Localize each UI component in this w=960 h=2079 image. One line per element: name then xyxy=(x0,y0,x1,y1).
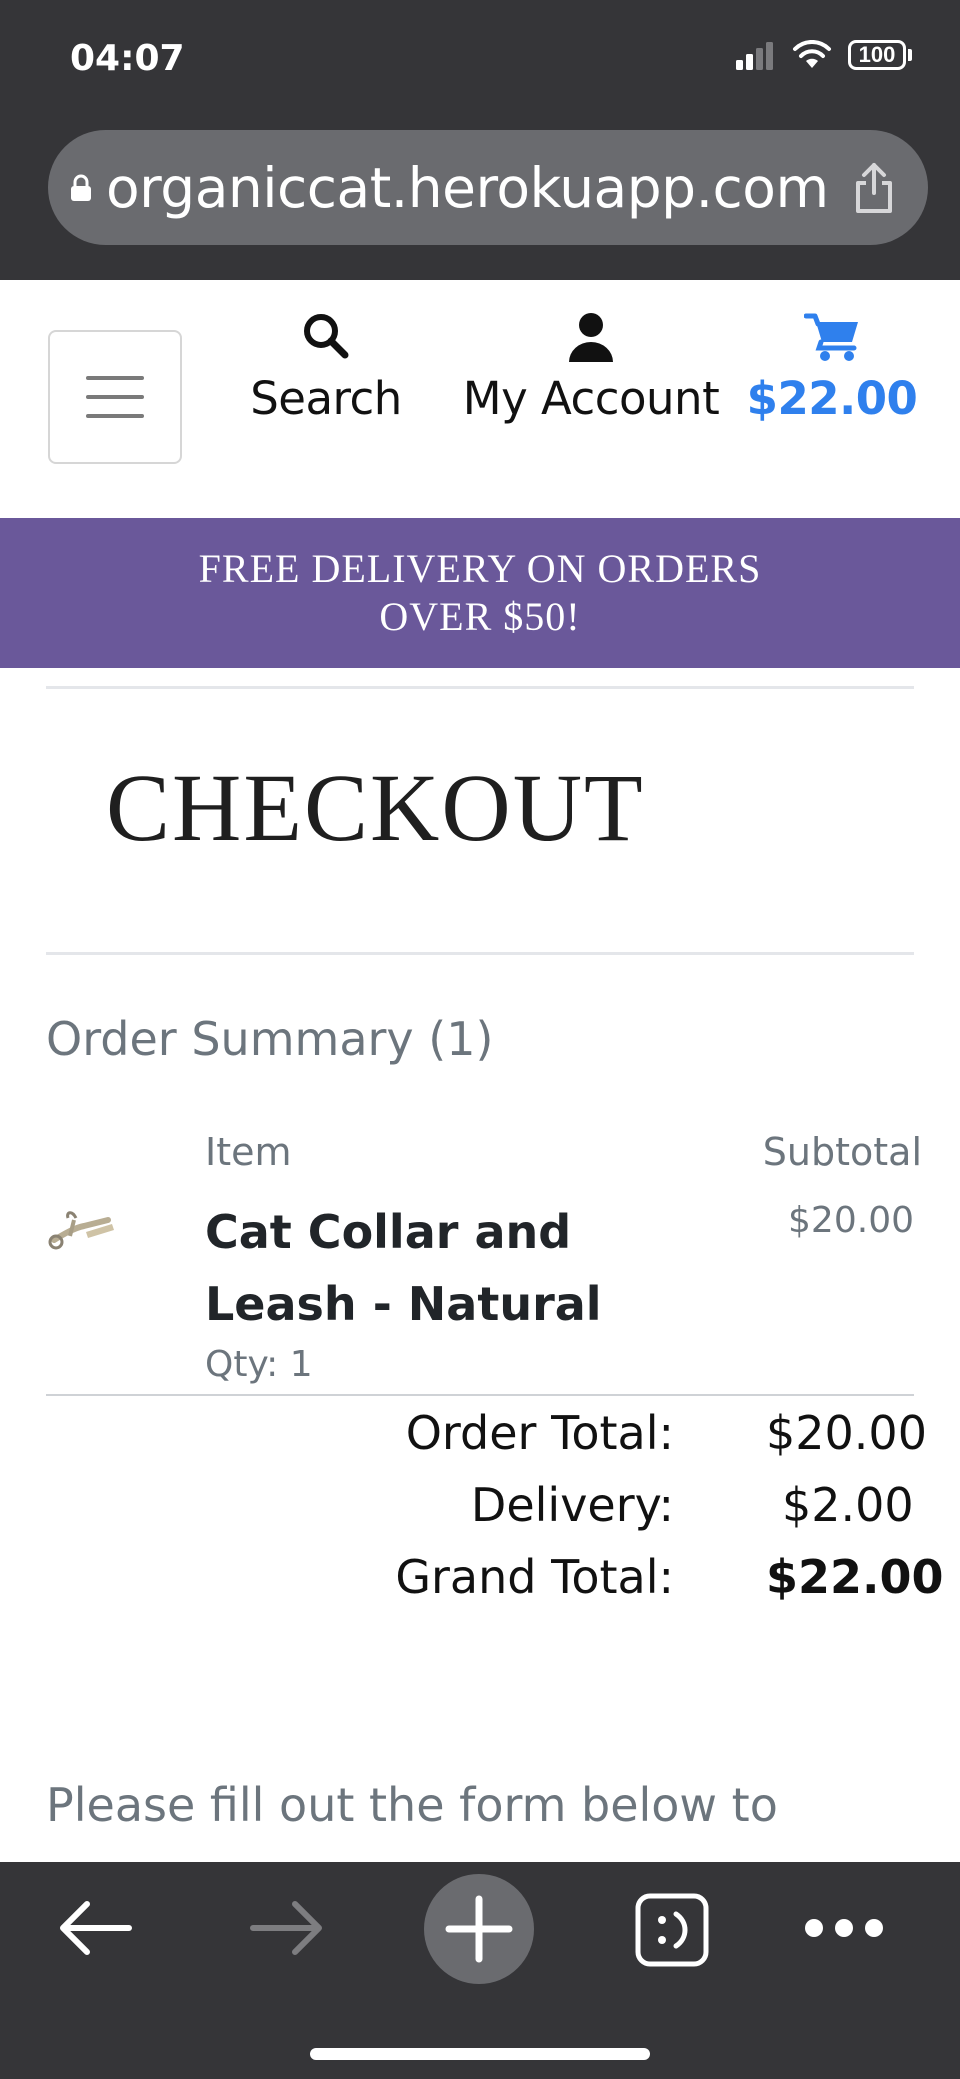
delivery-label: Delivery: xyxy=(470,1478,674,1532)
search-link[interactable]: Search xyxy=(246,310,406,425)
cart-link[interactable]: $22.00 xyxy=(740,310,924,425)
hamburger-icon xyxy=(86,376,144,380)
grand-total-label: Grand Total: xyxy=(395,1550,674,1604)
browser-toolbar xyxy=(0,1862,960,2079)
delivery-value: $2.00 xyxy=(782,1478,914,1532)
site-header: Search My Account $22.00 xyxy=(0,280,960,518)
browser-top-chrome: 04:07 100 organiccat.herokuapp.com xyxy=(0,0,960,280)
grand-total-value: $22.00 xyxy=(766,1550,944,1604)
shopping-cart-icon xyxy=(804,313,858,361)
menu-button[interactable] xyxy=(48,330,182,464)
address-bar[interactable]: organiccat.herokuapp.com xyxy=(48,130,928,245)
order-summary-heading: Order Summary (1) xyxy=(46,1012,494,1066)
divider xyxy=(46,686,914,689)
new-tab-button[interactable] xyxy=(424,1874,534,1984)
battery-tip xyxy=(908,49,912,61)
order-total-value: $20.00 xyxy=(766,1406,927,1460)
forward-button[interactable] xyxy=(242,1888,332,1968)
divider xyxy=(46,1394,914,1396)
more-icon xyxy=(805,1919,883,1937)
tabs-icon xyxy=(635,1893,709,1967)
home-indicator xyxy=(310,2048,650,2060)
item-column-header: Item xyxy=(205,1130,292,1174)
more-button[interactable] xyxy=(796,1888,892,1968)
back-arrow-icon xyxy=(60,1901,132,1955)
item-name: Cat Collar and Leash - Natural xyxy=(205,1205,602,1331)
item-subtotal: $20.00 xyxy=(788,1200,914,1241)
promo-banner: FREE DELIVERY ON ORDERS OVER $50! xyxy=(0,518,960,668)
item-quantity: Qty: 1 xyxy=(205,1344,313,1385)
lock-icon xyxy=(71,174,91,201)
cellular-signal-icon xyxy=(736,42,773,70)
share-icon[interactable] xyxy=(852,161,896,215)
tabs-button[interactable] xyxy=(630,1888,714,1972)
divider xyxy=(46,952,914,955)
status-time: 04:07 xyxy=(70,38,185,79)
my-account-link[interactable]: My Account xyxy=(456,310,726,425)
order-total-label: Order Total: xyxy=(405,1406,674,1460)
forward-arrow-icon xyxy=(250,1901,322,1955)
search-icon xyxy=(304,314,349,359)
back-button[interactable] xyxy=(50,1888,140,1968)
battery-icon: 100 xyxy=(848,40,906,70)
status-icons: 100 xyxy=(736,40,912,70)
my-account-label: My Account xyxy=(462,372,720,425)
product-image xyxy=(48,1211,114,1250)
wifi-icon xyxy=(793,40,831,68)
url-text: organiccat.herokuapp.com xyxy=(106,155,829,220)
search-label: Search xyxy=(250,372,402,425)
new-tab-plus-icon xyxy=(445,1895,513,1963)
subtotal-column-header: Subtotal xyxy=(762,1130,922,1174)
user-icon xyxy=(569,313,613,362)
page-title: CHECKOUT xyxy=(106,754,645,861)
promo-text: FREE DELIVERY ON ORDERS OVER $50! xyxy=(198,546,762,639)
cart-total: $22.00 xyxy=(746,372,918,425)
